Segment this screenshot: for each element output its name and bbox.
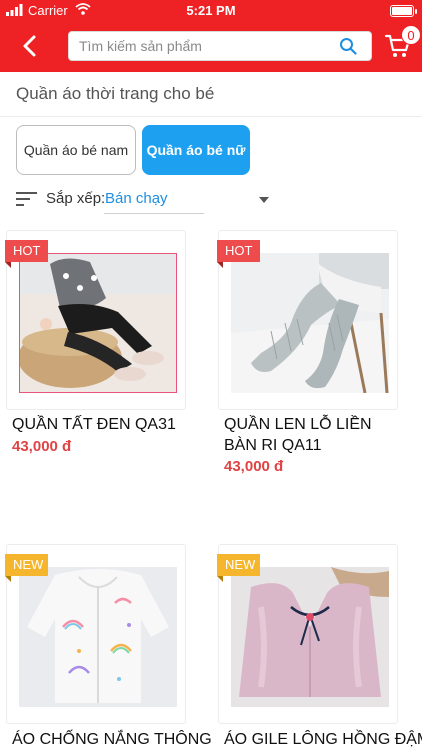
cart-count-badge: 0	[401, 25, 421, 45]
category-tab-boys[interactable]: Quần áo bé nam	[16, 125, 136, 175]
product-name[interactable]: QUẦN LEN LỖ LIỀN BÀN RI QA11	[224, 414, 414, 456]
product-card[interactable]: HOT	[5, 230, 186, 410]
product-card[interactable]: NEW	[5, 544, 186, 724]
product-image[interactable]	[19, 567, 177, 707]
product-name[interactable]: QUẦN TẤT ĐEN QA31	[12, 414, 202, 435]
hot-badge: HOT	[217, 240, 260, 268]
search-icon[interactable]	[339, 37, 357, 55]
status-bar: Carrier 5:21 PM	[0, 0, 422, 22]
battery-icon	[390, 5, 414, 17]
top-bar: Carrier 5:21 PM 0	[0, 0, 422, 72]
product-image[interactable]	[19, 253, 177, 393]
product-name[interactable]: ÁO GILE LÔNG HỒNG ĐẬM	[224, 729, 422, 750]
sort-value: Bán chạy	[105, 190, 168, 207]
hot-badge: HOT	[5, 240, 48, 268]
category-tab-girls[interactable]: Quần áo bé nữ	[142, 125, 250, 175]
product-card[interactable]: HOT	[217, 230, 398, 410]
search-input[interactable]	[79, 32, 329, 60]
sort-label: Sắp xếp:	[46, 190, 106, 207]
product-price: 43,000 đ	[224, 458, 284, 475]
page-title: Quần áo thời trang cho bé	[16, 84, 215, 103]
dropdown-arrow-icon	[259, 197, 269, 203]
battery-tip	[415, 9, 417, 14]
divider	[0, 116, 422, 117]
sort-lines-icon	[16, 192, 37, 206]
search-box[interactable]	[68, 31, 372, 61]
back-chevron-icon[interactable]	[16, 32, 44, 60]
product-price: 43,000 đ	[12, 438, 72, 455]
clock: 5:21 PM	[186, 3, 236, 18]
new-badge: NEW	[5, 554, 48, 582]
product-name[interactable]: ÁO CHỐNG NẮNG THÔNG	[12, 729, 212, 750]
product-card[interactable]: NEW	[217, 544, 398, 724]
sort-dropdown[interactable]: Bán chạy	[104, 186, 269, 214]
product-image[interactable]	[231, 567, 389, 707]
new-badge: NEW	[217, 554, 260, 582]
product-name-text: QUẦN LEN LỖ LIỀN BÀN RI QA11	[224, 416, 372, 454]
product-image[interactable]	[231, 253, 389, 393]
